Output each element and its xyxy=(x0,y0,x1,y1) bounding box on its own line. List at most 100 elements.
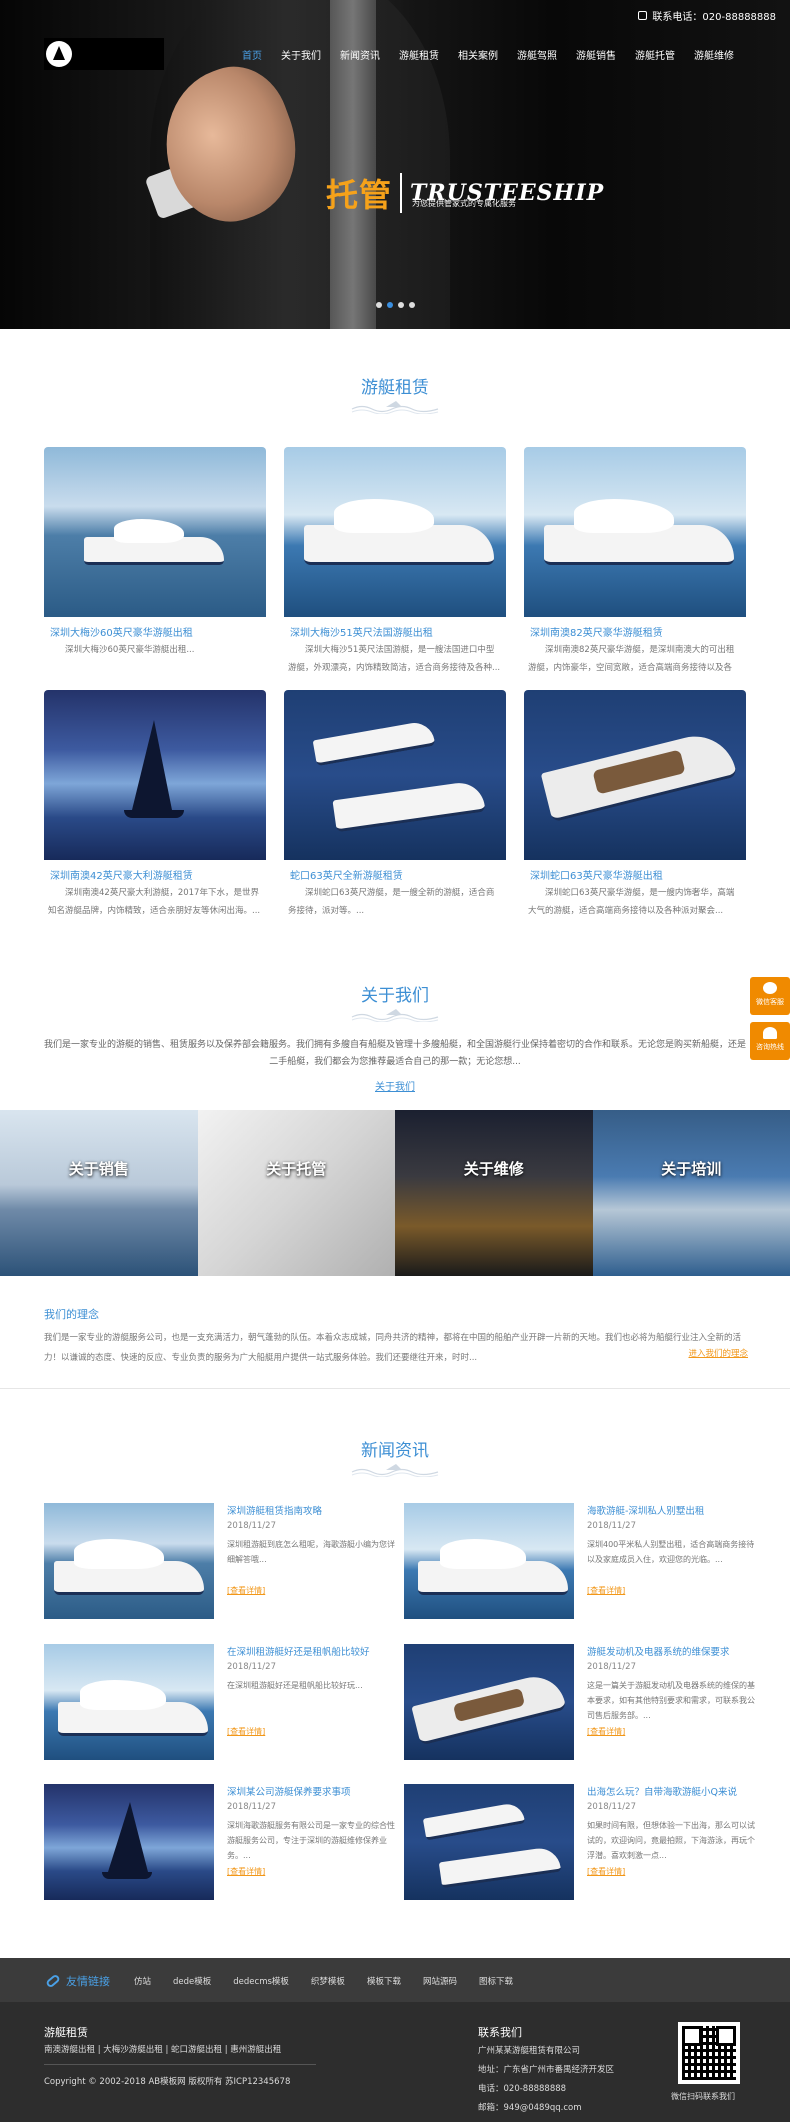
rental-card-title[interactable]: 蛇口63英尺全新游艇租赁 xyxy=(284,867,506,882)
nav-trusteeship[interactable]: 游艇托管 xyxy=(635,47,675,62)
footer-rental-links[interactable]: 南澳游艇出租 | 大梅沙游艇出租 | 蛇口游艇出租 | 惠州游艇出租 xyxy=(44,2043,281,2055)
footer: 游艇租赁 南澳游艇出租 | 大梅沙游艇出租 | 蛇口游艇出租 | 惠州游艇出租 … xyxy=(0,2002,790,2122)
rental-card-title[interactable]: 深圳南澳42英尺豪大利游艇租赁 xyxy=(44,867,266,882)
friend-links-heading: 友情链接 xyxy=(45,1973,110,1989)
wave-divider-icon xyxy=(350,1463,440,1478)
rental-card[interactable]: 深圳蛇口63英尺豪华游艇出租 深圳蛇口63英尺豪华游艇，是一艘内饰奢华，高端大气… xyxy=(524,690,746,920)
service-tile-trusteeship[interactable]: 关于托管 xyxy=(197,1110,396,1276)
news-title[interactable]: 在深圳租游艇好还是租帆船比较好 xyxy=(227,1644,397,1658)
news-item[interactable]: 出海怎么玩？自带海歌游艇小Q来说 2018/11/27 如果时间有限，但想体验一… xyxy=(404,1784,758,1902)
news-more-link[interactable]: [查看详情] xyxy=(227,1866,265,1877)
news-desc: 这是一篇关于游艇发动机及电器系统的维保的基本要求，如有其他特别要求和需求，可联系… xyxy=(587,1681,755,1720)
news-image[interactable] xyxy=(44,1503,214,1619)
friend-link[interactable]: 图标下载 xyxy=(479,1975,513,1987)
logo-icon xyxy=(46,41,72,67)
footer-address: 地址：广东省广州市番禺经济开发区 xyxy=(478,2065,615,2075)
nav-repair[interactable]: 游艇维修 xyxy=(694,47,734,62)
news-more-link[interactable]: [查看详情] xyxy=(227,1585,265,1596)
news-image[interactable] xyxy=(44,1644,214,1760)
rental-card-image[interactable] xyxy=(44,690,266,860)
rental-card-image[interactable] xyxy=(524,690,746,860)
service-tiles: 关于销售 关于托管 关于维修 关于培训 xyxy=(0,1110,790,1276)
news-image[interactable] xyxy=(44,1784,214,1900)
about-section-title: 关于我们 xyxy=(361,986,429,1006)
nav-about[interactable]: 关于我们 xyxy=(281,47,321,62)
news-more-link[interactable]: [查看详情] xyxy=(587,1726,625,1737)
yacht-shape xyxy=(332,779,486,833)
news-title[interactable]: 深圳某公司游艇保养要求事项 xyxy=(227,1784,397,1798)
rental-card-title[interactable]: 深圳大梅沙51英尺法国游艇出租 xyxy=(284,624,506,639)
rental-card[interactable]: 深圳大梅沙51英尺法国游艇出租 深圳大梅沙51英尺法国游艇，是一艘法国进口中型游… xyxy=(284,447,506,677)
wechat-service-button[interactable]: 微信客服 xyxy=(750,977,790,1015)
qr-code-icon xyxy=(678,2022,740,2084)
news-image[interactable] xyxy=(404,1503,574,1619)
rental-card[interactable]: 深圳南澳82英尺豪华游艇租赁 深圳南澳82英尺豪华游艇，是深圳南澳大的可出租游艇… xyxy=(524,447,746,677)
service-tile-repair[interactable]: 关于维修 xyxy=(395,1110,593,1276)
nav-sales[interactable]: 游艇销售 xyxy=(576,47,616,62)
rental-card-title[interactable]: 深圳大梅沙60英尺豪华游艇出租 xyxy=(44,624,266,639)
rental-section-title: 游艇租赁 xyxy=(361,378,429,398)
rental-card[interactable]: 深圳大梅沙60英尺豪华游艇出租 深圳大梅沙60英尺豪华游艇出租... xyxy=(44,447,266,677)
rental-card-image[interactable] xyxy=(44,447,266,617)
qr-caption: 微信扫码联系我们 xyxy=(671,2092,735,2101)
rental-card-image[interactable] xyxy=(284,690,506,860)
sailboat-hull xyxy=(124,810,184,818)
slider-dot[interactable] xyxy=(376,302,382,308)
rental-card-title[interactable]: 深圳蛇口63英尺豪华游艇出租 xyxy=(524,867,746,882)
news-desc: 在深圳租游艇好还是租帆船比较好玩... xyxy=(227,1681,363,1690)
service-tile-label[interactable]: 关于销售 xyxy=(0,1158,198,1179)
news-more-link[interactable]: [查看详情] xyxy=(587,1585,625,1596)
rental-card-image[interactable] xyxy=(524,447,746,617)
rental-card[interactable]: 蛇口63英尺全新游艇租赁 深圳蛇口63英尺游艇，是一艘全新的游艇，适合商务接待，… xyxy=(284,690,506,920)
news-title[interactable]: 游艇发动机及电器系统的维保要求 xyxy=(587,1644,757,1658)
rental-card[interactable]: 深圳南澳42英尺豪大利游艇租赁 深圳南澳42英尺豪大利游艇，2017年下水，是世… xyxy=(44,690,266,920)
news-item[interactable]: 深圳游艇租赁指南攻略 2018/11/27 深圳租游艇到底怎么租呢，海歌游艇小编… xyxy=(44,1503,398,1621)
slider-dot[interactable] xyxy=(409,302,415,308)
rental-card-image[interactable] xyxy=(284,447,506,617)
friend-link[interactable]: dede模板 xyxy=(173,1975,211,1987)
service-tile-sales[interactable]: 关于销售 xyxy=(0,1110,198,1276)
about-link[interactable]: 关于我们 xyxy=(0,1078,790,1093)
footer-rental-title: 游艇租赁 xyxy=(44,2026,88,2039)
nav-news[interactable]: 新闻资讯 xyxy=(340,47,380,62)
nav-license[interactable]: 游艇驾照 xyxy=(517,47,557,62)
nav-cases[interactable]: 相关案例 xyxy=(458,47,498,62)
news-image[interactable] xyxy=(404,1644,574,1760)
wave-divider-icon xyxy=(350,400,440,415)
nav-home[interactable]: 首页 xyxy=(242,47,262,62)
news-more-link[interactable]: [查看详情] xyxy=(587,1866,625,1877)
friend-link[interactable]: 网站源码 xyxy=(423,1975,457,1987)
news-item[interactable]: 游艇发动机及电器系统的维保要求 2018/11/27 这是一篇关于游艇发动机及电… xyxy=(404,1644,758,1762)
nav-rental[interactable]: 游艇租赁 xyxy=(399,47,439,62)
service-tile-label[interactable]: 关于培训 xyxy=(593,1158,791,1179)
hotline-button[interactable]: 咨询热线 xyxy=(750,1022,790,1060)
news-image[interactable] xyxy=(404,1784,574,1900)
service-tile-label[interactable]: 关于维修 xyxy=(395,1158,593,1179)
banner-title: 托管 TRUSTEESHIP xyxy=(326,170,604,216)
sailboat-shape xyxy=(108,1802,148,1872)
footer-contact-title: 联系我们 xyxy=(478,2026,522,2039)
rental-card-desc: 深圳大梅沙51英尺法国游艇，是一艘法国进口中型游艇，外观漂亮，内饰精致简洁，适合… xyxy=(288,645,501,673)
news-item[interactable]: 海歌游艇-深圳私人别墅出租 2018/11/27 深圳400平米私人别墅出租，适… xyxy=(404,1503,758,1621)
friend-link[interactable]: 织梦模板 xyxy=(311,1975,345,1987)
yacht-shape xyxy=(422,1801,526,1841)
friend-link[interactable]: dedecms模板 xyxy=(233,1975,289,1987)
site-logo[interactable] xyxy=(44,38,164,70)
yacht-shape xyxy=(438,1845,562,1889)
news-item[interactable]: 深圳某公司游艇保养要求事项 2018/11/27 深圳海歌游艇服务有限公司是一家… xyxy=(44,1784,398,1902)
rental-card-desc: 深圳蛇口63英尺豪华游艇，是一艘内饰奢华，高端大气的游艇，适合高端商务接待以及各… xyxy=(528,888,735,916)
news-title[interactable]: 深圳游艇租赁指南攻略 xyxy=(227,1503,397,1517)
slider-dot[interactable] xyxy=(398,302,404,308)
news-title[interactable]: 海歌游艇-深圳私人别墅出租 xyxy=(587,1503,757,1517)
news-date: 2018/11/27 xyxy=(227,1521,276,1531)
news-item[interactable]: 在深圳租游艇好还是租帆船比较好 2018/11/27 在深圳租游艇好还是租帆船比… xyxy=(44,1644,398,1762)
slider-dot-active[interactable] xyxy=(387,302,393,308)
news-title[interactable]: 出海怎么玩？自带海歌游艇小Q来说 xyxy=(587,1784,757,1798)
rental-card-title[interactable]: 深圳南澳82英尺豪华游艇租赁 xyxy=(524,624,746,639)
news-more-link[interactable]: [查看详情] xyxy=(227,1726,265,1737)
friend-link[interactable]: 仿站 xyxy=(134,1975,151,1987)
friend-link[interactable]: 模板下载 xyxy=(367,1975,401,1987)
service-tile-label[interactable]: 关于托管 xyxy=(198,1158,396,1179)
service-tile-training[interactable]: 关于培训 xyxy=(592,1110,791,1276)
idea-more-link[interactable]: 进入我们的理念 xyxy=(688,1347,748,1359)
